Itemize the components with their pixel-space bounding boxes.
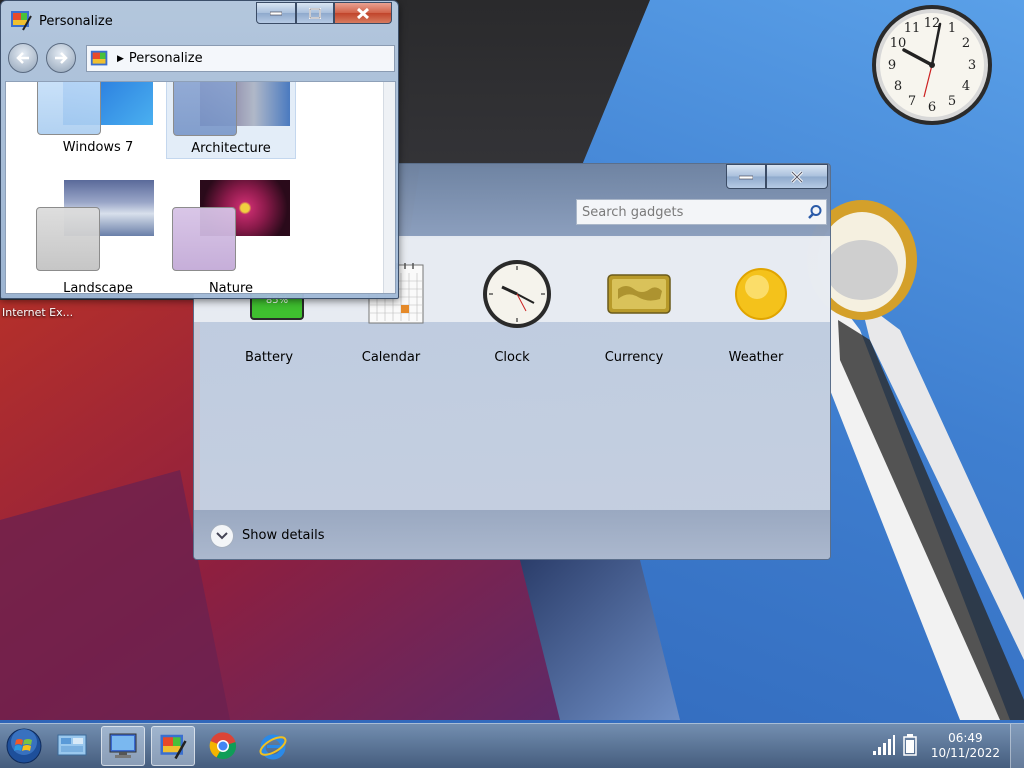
- theme-color-swatch: [37, 82, 101, 135]
- chrome-icon: [209, 732, 237, 760]
- control-panel-icon: [57, 734, 87, 756]
- arrow-right-icon: [55, 52, 68, 64]
- gallery-minimize-button[interactable]: [726, 164, 766, 189]
- currency-icon: [607, 274, 671, 314]
- desktop-icon-internet-explorer-label[interactable]: Internet Ex...: [2, 306, 73, 319]
- clock-num: 5: [948, 94, 956, 109]
- close-icon: [356, 7, 370, 19]
- show-details-label[interactable]: Show details: [242, 528, 325, 543]
- minimize-button[interactable]: [256, 2, 296, 24]
- arrow-left-icon: [16, 52, 29, 64]
- personalize-app-icon: [11, 11, 32, 31]
- clock-num: 3: [968, 58, 976, 73]
- theme-architecture[interactable]: Architecture: [166, 82, 296, 159]
- theme-landscape[interactable]: Landscape: [33, 180, 163, 293]
- clock-num: 4: [962, 79, 970, 94]
- minimize-icon: [270, 11, 282, 15]
- theme-list: Windows 7 Architecture Landscape Nature: [5, 81, 396, 294]
- caption-buttons: [256, 2, 392, 24]
- theme-color-swatch: [172, 207, 236, 271]
- show-details-toggle[interactable]: [210, 523, 234, 548]
- clock-date: 10/11/2022: [930, 746, 1000, 760]
- taskbar-personalize[interactable]: [151, 726, 195, 766]
- breadcrumb-arrow-icon[interactable]: ▶: [117, 54, 124, 64]
- forward-button[interactable]: [46, 43, 76, 73]
- clock-num: 6: [928, 100, 936, 115]
- theme-nature[interactable]: Nature: [166, 180, 296, 293]
- clock-num: 11: [904, 21, 921, 36]
- maximize-icon: [309, 7, 321, 19]
- gadget-search-input[interactable]: Search gadgets: [577, 205, 804, 220]
- clock-num: 12: [924, 16, 941, 31]
- breadcrumb-personalize[interactable]: Personalize: [129, 51, 203, 66]
- gadget-label: Clock: [494, 350, 530, 365]
- clock-num: 2: [962, 36, 970, 51]
- theme-list-scrollbar[interactable]: [383, 82, 395, 293]
- system-clock[interactable]: 06:49 10/11/2022: [931, 731, 1000, 761]
- start-button[interactable]: [2, 726, 46, 766]
- gallery-close-button[interactable]: [766, 164, 828, 189]
- taskbar: 06:49 10/11/2022: [0, 723, 1024, 768]
- gadget-search-box[interactable]: Search gadgets: [576, 199, 827, 225]
- window-title: Personalize: [39, 14, 113, 29]
- taskbar-internet-explorer[interactable]: [251, 726, 295, 766]
- internet-explorer-icon: [259, 734, 287, 760]
- theme-color-swatch: [36, 207, 100, 271]
- theme-label: Windows 7: [62, 140, 134, 155]
- clock-num: 9: [888, 58, 896, 73]
- maximize-button[interactable]: [296, 2, 334, 24]
- taskbar-control-panel[interactable]: [50, 726, 94, 766]
- windows-orb-icon: [6, 728, 42, 764]
- clock-time: 06:49: [948, 731, 983, 745]
- clock-face-icon: 12 1 2 3 4 5 6 7 8 9 10 11: [872, 5, 992, 125]
- theme-label: Landscape: [63, 281, 133, 294]
- theme-label: Architecture: [191, 141, 271, 156]
- monitor-icon: [109, 733, 137, 758]
- taskbar-display[interactable]: [101, 726, 145, 766]
- gadget-label: Calendar: [361, 350, 421, 365]
- close-button[interactable]: [334, 2, 392, 24]
- personalize-icon: [160, 734, 187, 760]
- taskbar-chrome[interactable]: [201, 726, 245, 766]
- close-icon: [790, 170, 804, 183]
- gadget-label: Battery: [244, 350, 294, 365]
- theme-color-swatch: [173, 82, 237, 136]
- personalize-window: Personalize ▶ Personalize Windows 7 Arch…: [0, 0, 399, 299]
- show-details-bar: Show details: [194, 510, 830, 559]
- clock-num: 1: [948, 21, 956, 36]
- theme-label: Nature: [208, 281, 254, 294]
- gallery-caption-buttons: [726, 164, 828, 189]
- personalize-location-icon: [90, 50, 108, 65]
- theme-windows-7[interactable]: Windows 7: [33, 82, 163, 159]
- battery-tray-icon[interactable]: [903, 734, 917, 756]
- clock-num: 7: [908, 94, 916, 109]
- gadget-label: Weather: [728, 350, 784, 365]
- gadget-label: Currency: [604, 350, 664, 365]
- show-desktop-button[interactable]: [1010, 724, 1024, 768]
- search-icon[interactable]: [804, 201, 826, 223]
- minimize-icon: [739, 175, 753, 179]
- address-bar[interactable]: ▶ Personalize: [86, 45, 395, 72]
- network-signal-icon[interactable]: [872, 734, 896, 756]
- clock-icon: [483, 260, 551, 328]
- clock-num: 8: [894, 79, 902, 94]
- clock-gadget[interactable]: 12 1 2 3 4 5 6 7 8 9 10 11: [868, 2, 996, 128]
- chevron-down-icon: [216, 531, 228, 539]
- sun-icon: [735, 268, 787, 320]
- back-button[interactable]: [8, 43, 38, 73]
